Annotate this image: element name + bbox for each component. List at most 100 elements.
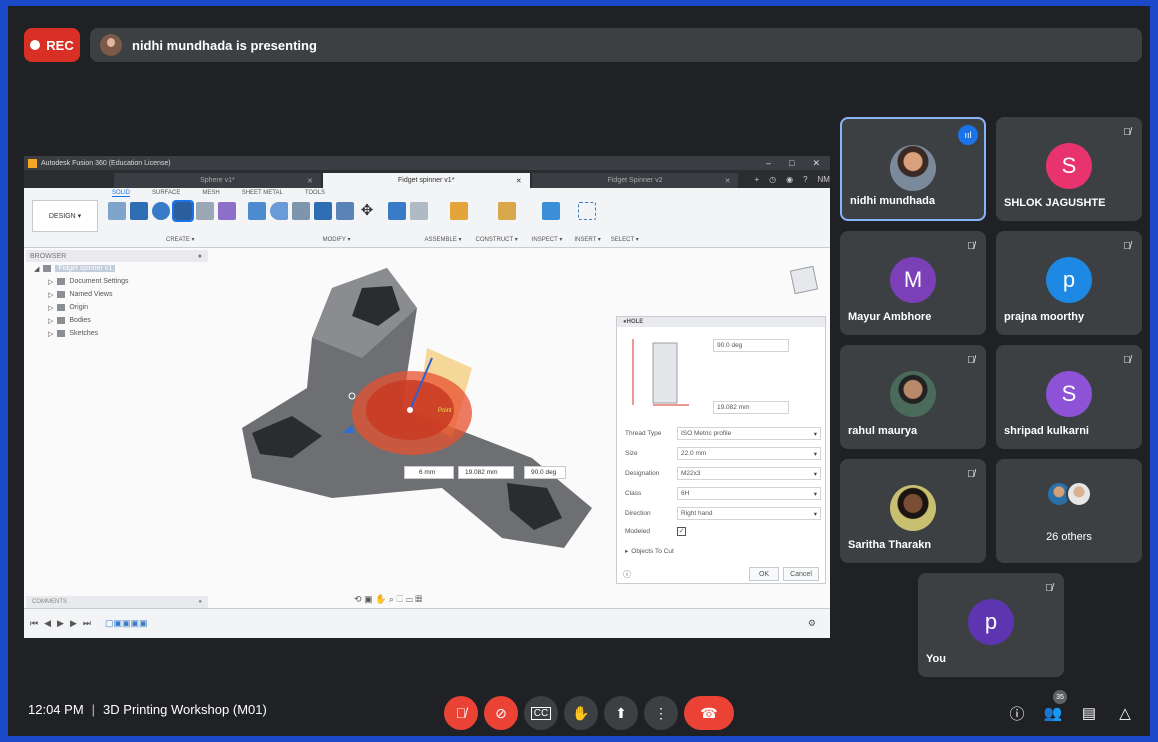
combine-icon[interactable] — [314, 202, 332, 220]
expand-icon[interactable]: ▷ — [48, 278, 53, 286]
window-controls[interactable]: – □ ✕ — [766, 158, 826, 169]
workspace-dropdown[interactable]: DESIGN ▾ — [32, 200, 98, 232]
self-tile[interactable]: p 🎙̸ You — [918, 573, 1064, 677]
ribbon-tab-tools[interactable]: TOOLS — [305, 190, 325, 197]
group-inspect[interactable]: INSPECT ▾ — [532, 236, 563, 243]
expand-icon[interactable]: ▸ — [625, 547, 628, 555]
tree-item-sketches[interactable]: ▷ Sketches — [26, 327, 208, 340]
add-tab-icon[interactable]: + — [754, 175, 759, 184]
objects-to-cut-row[interactable]: ▸ Objects To Cut — [625, 547, 821, 556]
3d-viewport[interactable]: Point — [212, 248, 616, 598]
hole-diameter-input[interactable]: 19.082 mm — [713, 401, 789, 414]
ribbon-tab-solid[interactable]: SOLID — [112, 190, 131, 197]
modeled-checkbox[interactable]: ✓ — [677, 527, 686, 536]
hole-angle-input[interactable]: 90.0 deg — [713, 339, 789, 352]
thread-type-select[interactable]: ISO Metric profile — [677, 427, 821, 440]
close-icon[interactable]: ✕ — [516, 177, 522, 185]
people-icon[interactable]: 👥 — [1040, 700, 1066, 726]
presenting-banner[interactable]: nidhi mundhada is presenting — [90, 28, 1142, 62]
designation-select[interactable]: M22x3 — [677, 467, 821, 480]
timeline-next-icon[interactable]: ▶ — [70, 618, 77, 629]
pan-icon[interactable]: ✋ — [375, 594, 386, 604]
participant-tile[interactable]: 🎙̸ rahul maurya — [840, 345, 986, 449]
user-initials[interactable]: NM — [818, 175, 830, 184]
group-insert[interactable]: INSERT ▾ — [574, 236, 600, 243]
tree-item-bodies[interactable]: ▷ Bodies — [26, 314, 208, 327]
participant-tile[interactable]: S 🎙̸ shripad kulkarni — [996, 345, 1142, 449]
group-construct[interactable]: CONSTRUCT ▾ — [476, 236, 518, 243]
raise-hand-button[interactable]: ✋ — [564, 696, 598, 730]
notifications-icon[interactable]: ◉ — [786, 175, 793, 184]
close-icon[interactable]: ✕ — [725, 177, 731, 185]
angle-input[interactable]: 90.0 deg — [524, 466, 566, 479]
participant-tile[interactable]: p 🎙̸ prajna moorthy — [996, 231, 1142, 335]
expand-icon[interactable]: ▷ — [48, 291, 53, 299]
present-button[interactable]: ⬆ — [604, 696, 638, 730]
activities-icon[interactable]: △ — [1112, 700, 1138, 726]
comments-panel[interactable]: COMMENTS ● — [26, 596, 208, 608]
shell-icon[interactable] — [292, 202, 310, 220]
chat-icon[interactable]: ▤ — [1076, 700, 1102, 726]
maximize-icon[interactable]: □ — [789, 158, 794, 169]
fit-icon[interactable]: ⬚ — [396, 594, 403, 604]
meeting-title[interactable]: 3D Printing Workshop (M01) — [103, 702, 267, 717]
participant-tile[interactable]: 🎙̸ Saritha Tharakn — [840, 459, 986, 563]
expand-icon[interactable]: ▷ — [48, 317, 53, 325]
doc-tab-active[interactable]: Fidget spinner v1* ✕ — [322, 173, 530, 188]
hole-dialog-header[interactable]: ● HOLE — [617, 317, 825, 327]
view-cube-icon[interactable] — [789, 265, 819, 295]
diameter-input[interactable]: 19.082 mm — [458, 466, 514, 479]
ok-button[interactable]: OK — [749, 567, 779, 581]
leave-call-button[interactable]: ☎ — [684, 696, 734, 730]
ribbon-tab-sheet-metal[interactable]: SHEET METAL — [242, 190, 283, 197]
hole-center-point[interactable] — [407, 407, 413, 413]
zoom-icon[interactable]: ⌕ — [389, 594, 394, 604]
group-modify[interactable]: MODIFY ▾ — [323, 236, 351, 243]
expand-icon[interactable]: ▷ — [48, 304, 53, 312]
press-pull-icon[interactable] — [248, 202, 266, 220]
meeting-details-icon[interactable]: ⓘ — [1004, 700, 1030, 726]
navigation-toolbar[interactable]: ⟲ ▣ ✋ ⌕ ⬚ ▭ ▦ — [354, 594, 422, 605]
browser-header[interactable]: BROWSER ● — [26, 250, 208, 262]
display-settings-icon[interactable]: ▭ — [406, 594, 413, 604]
cancel-button[interactable]: Cancel — [783, 567, 819, 581]
mic-toggle-button[interactable]: 🎙̸ — [444, 696, 478, 730]
create-sketch-icon[interactable] — [108, 202, 126, 220]
timeline-features[interactable]: ▢▣▣▣▣ — [105, 618, 148, 629]
look-at-icon[interactable]: ▣ — [364, 594, 373, 604]
help-icon[interactable]: ? — [803, 175, 807, 184]
doc-tab[interactable]: Sphere v1* ✕ — [114, 173, 321, 188]
expand-icon[interactable]: ◢ — [34, 265, 39, 273]
tree-item-named-views[interactable]: ▷ Named Views — [26, 288, 208, 301]
depth-input[interactable]: 6 mm — [404, 466, 454, 479]
timeline-play-icon[interactable]: ▶ — [57, 618, 64, 629]
measure-icon[interactable] — [498, 202, 516, 220]
others-tile[interactable]: 26 others — [996, 459, 1142, 563]
grid-icon[interactable]: ▦ — [415, 594, 422, 604]
group-create[interactable]: CREATE ▾ — [166, 236, 195, 243]
insert-image-icon[interactable] — [542, 202, 560, 220]
close-icon[interactable]: ✕ — [307, 177, 313, 185]
tree-item-origin[interactable]: ▷ Origin — [26, 301, 208, 314]
orbit-icon[interactable]: ⟲ — [354, 594, 362, 604]
more-options-button[interactable]: ⋮ — [644, 696, 678, 730]
info-icon[interactable]: ⓘ — [623, 569, 631, 580]
offset-plane-icon[interactable] — [450, 202, 468, 220]
group-assemble[interactable]: ASSEMBLE ▾ — [424, 236, 461, 243]
new-component-icon[interactable] — [218, 202, 236, 220]
extrude-icon[interactable] — [130, 202, 148, 220]
move-icon[interactable]: ✥ — [358, 202, 376, 220]
as-built-joint-icon[interactable] — [410, 202, 428, 220]
participant-tile[interactable]: ııl nidhi mundhada — [840, 117, 986, 221]
add-comment-icon[interactable]: ● — [198, 599, 202, 605]
split-body-icon[interactable] — [336, 202, 354, 220]
pin-icon[interactable]: ● — [198, 253, 202, 260]
expand-icon[interactable]: ▷ — [48, 330, 53, 338]
group-select[interactable]: SELECT ▾ — [611, 236, 639, 243]
ribbon-tab-surface[interactable]: SURFACE — [152, 190, 180, 197]
doc-tab[interactable]: Fidget Spinner v2 ✕ — [531, 173, 739, 188]
size-select[interactable]: 22.0 mm — [677, 447, 821, 460]
fillet-icon[interactable] — [270, 202, 288, 220]
camera-toggle-button[interactable]: ⊘ — [484, 696, 518, 730]
revolve-icon[interactable] — [152, 202, 170, 220]
